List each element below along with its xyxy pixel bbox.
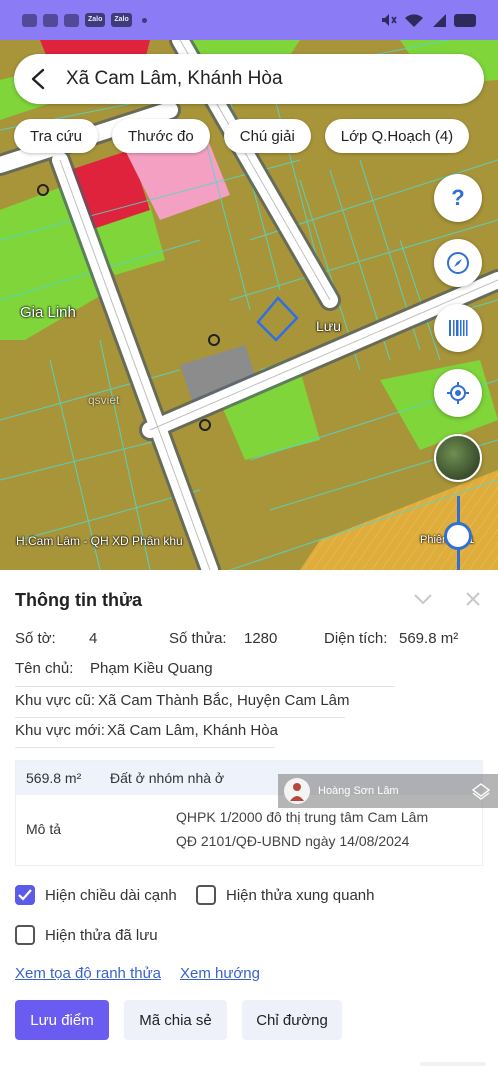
so-to-value: 4 (89, 630, 98, 647)
parcel-info-panel: Thông tin thửa Số tờ: 4 Số thửa: 1280 Di… (0, 570, 498, 1080)
checkbox-checked[interactable] (15, 885, 35, 905)
signal-icon (433, 14, 446, 27)
place-label-2: Lưu (316, 318, 341, 334)
view-direction-link[interactable]: Xem hướng (180, 965, 260, 982)
close-icon (466, 592, 480, 606)
checkbox-label: Hiện thửa đã lưu (45, 926, 158, 944)
locate-icon (447, 382, 469, 404)
compass-button[interactable] (434, 239, 482, 287)
ten-chu-value: Phạm Kiều Quang (90, 660, 213, 677)
mute-icon (382, 14, 397, 26)
collapse-button[interactable] (412, 588, 434, 610)
table-desc-line2: QĐ 2101/QĐ-UBND ngày 14/08/2024 (176, 833, 410, 849)
so-thua-value: 1280 (244, 630, 278, 647)
help-button[interactable]: ? (434, 174, 482, 222)
checkbox-label: Hiện thửa xung quanh (226, 886, 375, 904)
help-icon: ? (451, 186, 464, 210)
system-icons (381, 13, 476, 27)
chip-lop-quy-hoach[interactable]: Lớp Q.Hoạch (4) (324, 119, 470, 153)
chevron-down-icon (414, 594, 432, 605)
dien-tich-label: Diện tích: (324, 630, 388, 647)
person-icon (290, 783, 304, 801)
directions-button[interactable]: Chỉ đường (242, 1000, 342, 1040)
zalo-icon: Zalo (111, 13, 132, 27)
table-land-use: Đất ở nhóm nhà ở (110, 770, 225, 786)
checkbox-show-saved[interactable]: Hiện thửa đã lưu (15, 925, 158, 945)
more-notifications-dot (141, 17, 147, 23)
table-desc-label: Mô tả (26, 821, 62, 837)
checkbox-show-edge-length[interactable]: Hiện chiều dài cạnh (15, 885, 177, 905)
chip-thuoc-do[interactable]: Thước đo (112, 119, 210, 153)
opacity-slider-thumb[interactable] (444, 522, 472, 550)
screen-record-icon (64, 13, 79, 27)
avatar (284, 778, 310, 804)
barcode-button[interactable] (434, 304, 482, 352)
place-label: Gia Linh (20, 304, 76, 321)
wifi-icon (405, 14, 423, 27)
notification-icons: Zalo Zalo (22, 13, 147, 27)
kv-moi-label: Khu vực mới: (15, 722, 105, 739)
status-bar: Zalo Zalo (0, 0, 498, 40)
close-button[interactable] (462, 588, 484, 610)
back-arrow-icon (31, 68, 45, 90)
checkmark-icon (18, 889, 32, 901)
zalo-icon: Zalo (85, 13, 106, 27)
gesture-nav-bar[interactable] (420, 1062, 486, 1066)
view-boundary-coordinates-link[interactable]: Xem tọa độ ranh thửa (15, 965, 161, 982)
user-watermark: Hoàng Sơn Lâm (278, 774, 498, 808)
kv-moi-value: Xã Cam Lâm, Khánh Hòa (107, 722, 278, 739)
ten-chu-label: Tên chủ: (15, 660, 74, 677)
back-button[interactable] (14, 54, 64, 104)
layer-label: H.Cam Lâm - QH XD Phân khu (16, 534, 183, 548)
satellite-layer-thumb[interactable] (434, 434, 482, 482)
search-bar[interactable]: Xã Cam Lâm, Khánh Hòa (14, 54, 484, 104)
so-thua-label: Số thửa: (169, 630, 227, 647)
gallery-icon (22, 13, 37, 27)
chip-tra-cuu[interactable]: Tra cứu (14, 119, 98, 153)
table-area: 569.8 m² (26, 770, 82, 786)
checkbox-label: Hiện chiều dài cạnh (45, 886, 177, 904)
toolbar-chips: Tra cứu Thước đo Chú giải Lớp Q.Hoạch (4… (14, 119, 470, 153)
locate-button[interactable] (434, 369, 482, 417)
share-code-button[interactable]: Mã chia sẻ (124, 1000, 227, 1040)
checkbox-unchecked[interactable] (15, 925, 35, 945)
panel-title: Thông tin thửa (15, 590, 143, 610)
chip-chu-giai[interactable]: Chú giải (223, 119, 311, 153)
battery-icon (454, 13, 476, 27)
compass-icon (447, 252, 469, 274)
kv-cu-label: Khu vực cũ: (15, 692, 96, 709)
search-location-title[interactable]: Xã Cam Lâm, Khánh Hòa (66, 68, 283, 90)
divider (15, 747, 275, 748)
save-point-button[interactable]: Lưu điểm (15, 1000, 109, 1040)
divider (15, 686, 395, 687)
svg-text:?: ? (451, 186, 464, 210)
checkbox-unchecked[interactable] (196, 885, 216, 905)
layers-logo-icon (472, 783, 490, 800)
so-to-label: Số tờ: (15, 630, 56, 647)
barcode-icon (449, 320, 468, 336)
kv-cu-value: Xã Cam Thành Bắc, Huyện Cam Lâm (98, 692, 350, 709)
table-desc-line1: QHPK 1/2000 đô thị trung tâm Cam Lâm (176, 809, 429, 825)
divider (15, 717, 345, 718)
map-watermark: qsviet (88, 393, 120, 407)
app-root: Zalo Zalo Gia Linh Lưu qsviet H.Cam Lâm … (0, 0, 498, 1080)
dien-tich-value: 569.8 m² (399, 630, 459, 647)
shield-icon (43, 13, 58, 27)
watermark-name: Hoàng Sơn Lâm (318, 785, 399, 797)
checkbox-show-surrounding[interactable]: Hiện thửa xung quanh (196, 885, 374, 905)
